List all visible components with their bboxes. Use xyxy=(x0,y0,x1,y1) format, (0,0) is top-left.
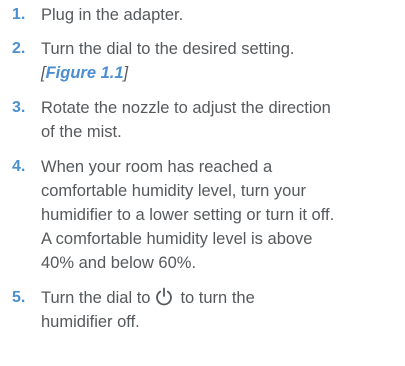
step-text-line: Rotate the nozzle to adjust the directio… xyxy=(41,99,331,117)
step-number: 1. xyxy=(12,6,26,23)
step-number: 3. xyxy=(12,99,26,116)
step-text-line: Plug in the adapter. xyxy=(41,6,184,24)
step-text-line: 40% and below 60%. xyxy=(41,254,197,272)
figure-bracket-close: ] xyxy=(123,64,129,82)
step-text: Turn the dial to the desired setting. [F… xyxy=(41,37,401,85)
step-text: Turn the dial to to turn the humidifier o… xyxy=(41,286,401,334)
step-text-line: comfortable humidity level, turn your xyxy=(41,182,307,200)
figure-reference: [Figure 1.1] xyxy=(41,61,401,85)
step-text: Plug in the adapter. xyxy=(41,3,401,27)
power-icon xyxy=(154,287,174,314)
step-trail-text: to turn the xyxy=(180,289,255,307)
step-text-line: Turn the dial to to turn the xyxy=(41,286,401,310)
step-text-line: of the mist. xyxy=(41,123,122,141)
step-number: 4. xyxy=(12,158,26,175)
step-number: 5. xyxy=(12,289,26,306)
step-number: 2. xyxy=(12,40,26,57)
step-text-line: A comfortable humidity level is above xyxy=(41,230,313,248)
step-lead-text: Turn the dial to xyxy=(41,289,151,307)
step-text-line: Turn the dial to the desired setting. xyxy=(41,40,295,58)
step-text-line: humidifier to a lower setting or turn it… xyxy=(41,206,335,224)
step-text: Rotate the nozzle to adjust the directio… xyxy=(41,96,401,144)
step-text-line: humidifier off. xyxy=(41,313,140,331)
figure-link[interactable]: Figure 1.1 xyxy=(46,64,124,82)
step-text-line: When your room has reached a xyxy=(41,158,273,176)
step-text: When your room has reached a comfortable… xyxy=(41,155,401,275)
